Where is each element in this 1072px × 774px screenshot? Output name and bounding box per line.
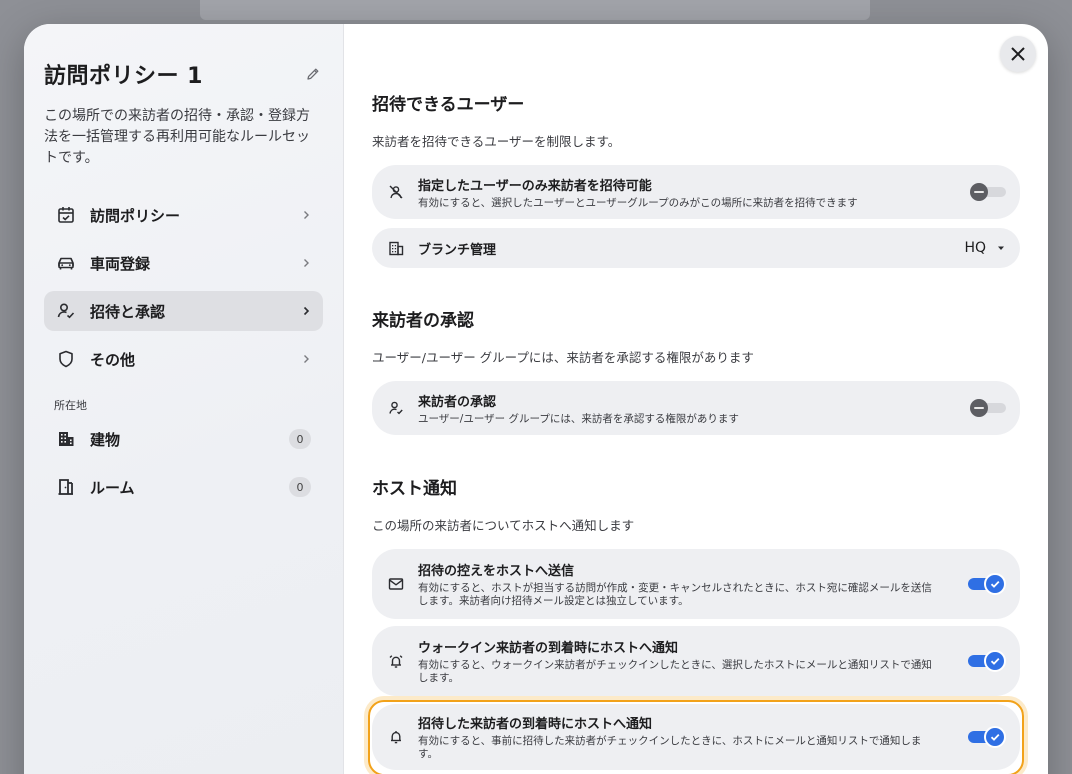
close-icon	[1011, 47, 1025, 61]
card-description-line: 有効にすると、ホストが担当する訪問が作成・変更・キャンセルされたときに、ホスト宛…	[418, 582, 932, 594]
user-check-icon	[56, 301, 76, 321]
sidebar-item-label: 訪問ポリシー	[90, 206, 181, 225]
card-title: ブランチ管理	[418, 242, 497, 258]
caret-down-icon	[998, 246, 1004, 250]
car-icon	[56, 253, 76, 273]
card-description-line: します。	[418, 672, 459, 684]
visitor-approval-heading: 来訪者の承認	[372, 311, 474, 331]
card-title: 来訪者の承認	[418, 394, 497, 410]
focus-highlight	[368, 700, 1024, 774]
card-title: ウォークイン来訪者の到着時にホストへ通知	[418, 641, 679, 656]
mail-icon	[388, 576, 404, 592]
branch-management-card: ブランチ管理 HQ	[372, 228, 1020, 268]
user-check-icon	[388, 400, 404, 416]
shield-icon	[56, 349, 76, 369]
sidebar-item-label: ルーム	[90, 478, 135, 497]
sidebar-item-label: 招待と承認	[90, 302, 166, 321]
sidebar-item-room[interactable]: ルーム 0	[44, 467, 323, 507]
chevron-right-icon	[303, 306, 310, 316]
door-icon	[56, 477, 76, 497]
send-invite-copy-card: 招待の控えをホストへ送信 有効にすると、ホストが担当する訪問が作成・変更・キャン…	[372, 549, 1020, 619]
visit-policy-modal: 訪問ポリシー 1 この場所での来訪者の招待・承認・登録方法を一括管理する再利用可…	[24, 24, 1048, 774]
count-badge: 0	[289, 429, 311, 449]
calendar-check-icon	[56, 205, 76, 225]
sidebar-item-building[interactable]: 建物 0	[44, 419, 323, 459]
building-icon	[56, 429, 76, 449]
policy-description: この場所での来訪者の招待・承認・登録方法を一括管理する再利用可能なルールセットで…	[44, 108, 310, 166]
chevron-right-icon	[304, 355, 309, 363]
card-title: 招待の控えをホストへ送信	[418, 564, 575, 579]
alarm-icon	[388, 653, 404, 669]
restrict-invite-card: 指定したユーザーのみ来訪者を招待可能 有効にすると、選択したユーザーとユーザーグ…	[372, 165, 1020, 219]
walkin-arrival-notify-toggle[interactable]	[968, 650, 1006, 672]
check-icon	[990, 657, 1000, 665]
branch-select[interactable]: HQ	[964, 240, 1006, 256]
restrict-invite-toggle[interactable]	[970, 183, 1006, 201]
chevron-right-icon	[304, 259, 309, 267]
location-section-label: 所在地	[54, 399, 87, 412]
sidebar-item-invite-approval[interactable]: 招待と承認	[44, 291, 323, 331]
chevron-right-icon	[304, 211, 309, 219]
pencil-icon[interactable]	[305, 66, 321, 82]
policy-title: 訪問ポリシー 1	[44, 64, 203, 89]
card-title: 指定したユーザーのみ来訪者を招待可能	[418, 178, 652, 194]
close-button[interactable]	[1000, 36, 1036, 72]
main-content: 招待できるユーザー 来訪者を招待できるユーザーを制限します。 指定したユーザーの…	[344, 24, 1048, 774]
backdrop-header	[200, 0, 870, 20]
card-description: 有効にすると、選択したユーザーとユーザーグループのみがこの場所に来訪者を招待でき…	[418, 196, 858, 209]
sidebar-item-other[interactable]: その他	[44, 339, 323, 379]
sidebar: 訪問ポリシー 1 この場所での来訪者の招待・承認・登録方法を一括管理する再利用可…	[24, 24, 344, 774]
sidebar-nav: 訪問ポリシー 車両登録 招待と承認 その他 所在地 建物 0 ルーム 0	[44, 195, 323, 507]
visitor-approval-card: 来訪者の承認 ユーザー/ユーザー グループには、来訪者を承認する権限があります	[372, 381, 1020, 435]
card-description: ユーザー/ユーザー グループには、来訪者を承認する権限があります	[418, 412, 739, 425]
card-description-line: します。来訪者向け招待メール設定とは独立しています。	[418, 595, 689, 607]
visitor-approval-toggle[interactable]	[970, 399, 1006, 417]
check-icon	[990, 580, 1000, 588]
visitor-approval-subtext: ユーザー/ユーザー グループには、来訪者を承認する権限があります	[372, 350, 754, 365]
building-icon	[388, 240, 404, 256]
sidebar-item-vehicle-registration[interactable]: 車両登録	[44, 243, 323, 283]
sidebar-item-label: その他	[90, 350, 136, 369]
card-description-line: 有効にすると、ウォークイン来訪者がチェックインしたときに、選択したホストにメール…	[418, 659, 932, 671]
host-notification-heading: ホスト通知	[372, 479, 457, 499]
branch-select-value: HQ	[964, 240, 986, 256]
sidebar-item-visit-policy[interactable]: 訪問ポリシー	[44, 195, 323, 235]
user-off-icon	[388, 184, 404, 200]
count-badge: 0	[289, 477, 311, 497]
invite-users-heading: 招待できるユーザー	[372, 95, 525, 115]
sidebar-item-label: 車両登録	[90, 254, 151, 273]
host-notification-subtext: この場所の来訪者についてホストへ通知します	[372, 518, 635, 533]
invite-users-subtext: 来訪者を招待できるユーザーを制限します。	[372, 134, 621, 149]
walkin-arrival-notify-card: ウォークイン来訪者の到着時にホストへ通知 有効にすると、ウォークイン来訪者がチェ…	[372, 626, 1020, 696]
sidebar-item-label: 建物	[90, 430, 121, 449]
send-invite-copy-toggle[interactable]	[968, 573, 1006, 595]
